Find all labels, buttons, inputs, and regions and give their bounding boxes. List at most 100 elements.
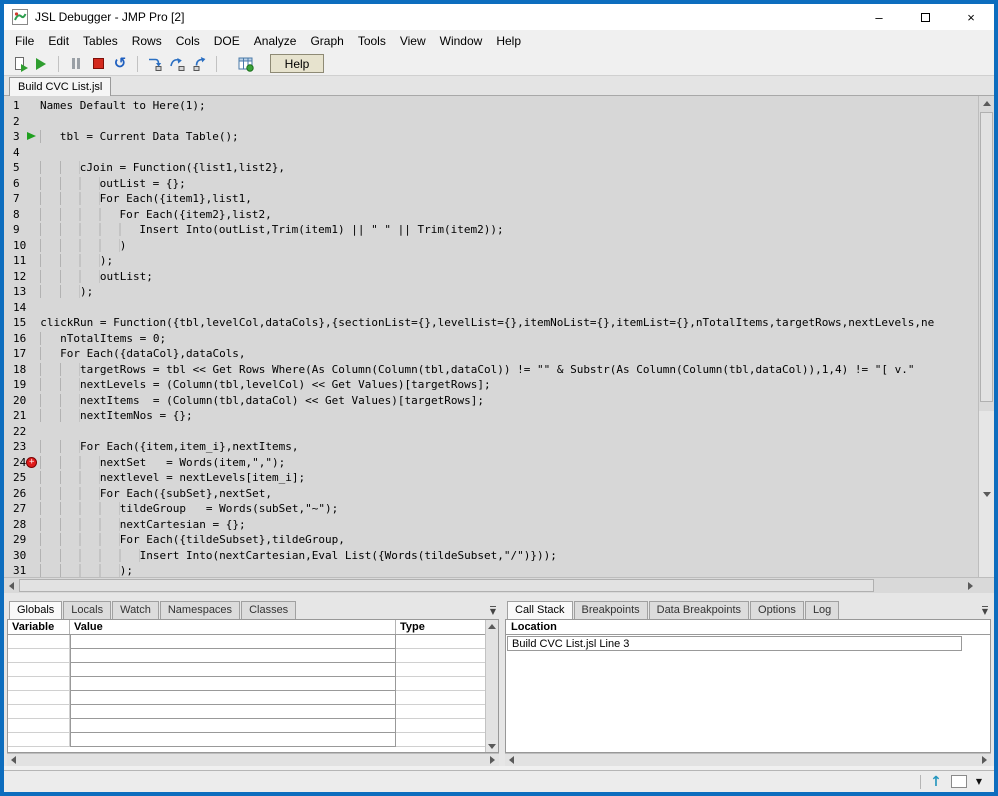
menu-analyze[interactable]: Analyze — [247, 31, 304, 51]
breakpoint-gutter[interactable] — [26, 408, 40, 424]
menu-rows[interactable]: Rows — [125, 31, 169, 51]
menu-graph[interactable]: Graph — [303, 31, 350, 51]
code-line-7[interactable]: 7 For Each({item1},list1, — [4, 191, 978, 207]
horizontal-scroll-thumb[interactable] — [19, 579, 874, 592]
breakpoint-gutter[interactable] — [26, 517, 40, 533]
breakpoint-gutter[interactable] — [26, 222, 40, 238]
breakpoint-gutter[interactable] — [26, 377, 40, 393]
code-line-17[interactable]: 17 For Each({dataCol},dataCols, — [4, 346, 978, 362]
status-up-arrow-icon[interactable]: ↑ — [930, 775, 942, 789]
tab-watch[interactable]: Watch — [112, 601, 159, 619]
column-header-type[interactable]: Type — [396, 620, 485, 634]
tab-breakpoints[interactable]: Breakpoints — [574, 601, 648, 619]
data-table-icon[interactable] — [236, 54, 256, 74]
globals-row[interactable] — [8, 677, 485, 691]
globals-row[interactable] — [8, 635, 485, 649]
breakpoint-gutter[interactable] — [26, 501, 40, 517]
breakpoint-gutter[interactable] — [26, 362, 40, 378]
breakpoint-gutter[interactable] — [26, 548, 40, 564]
code-line-29[interactable]: 29 For Each({tildeSubset},tildeGroup, — [4, 532, 978, 548]
code-line-13[interactable]: 13 ); — [4, 284, 978, 300]
code-line-16[interactable]: 16 nTotalItems = 0; — [4, 331, 978, 347]
menu-tables[interactable]: Tables — [76, 31, 125, 51]
code-line-5[interactable]: 5 cJoin = Function({list1,list2}, — [4, 160, 978, 176]
code-line-1[interactable]: 1Names Default to Here(1); — [4, 98, 978, 114]
scroll-right-icon[interactable] — [486, 754, 499, 766]
globals-vertical-scrollbar[interactable] — [485, 620, 498, 752]
column-header-variable[interactable]: Variable — [8, 620, 70, 634]
tab-namespaces[interactable]: Namespaces — [160, 601, 240, 619]
breakpoint-gutter[interactable] — [26, 470, 40, 486]
code-line-10[interactable]: 10 ) — [4, 238, 978, 254]
breakpoint-gutter[interactable] — [26, 315, 40, 331]
breakpoint-gutter[interactable] — [26, 238, 40, 254]
globals-horizontal-scrollbar[interactable] — [7, 753, 499, 766]
code-line-30[interactable]: 30 Insert Into(nextCartesian,Eval List({… — [4, 548, 978, 564]
globals-row[interactable] — [8, 719, 485, 733]
breakpoint-gutter[interactable] — [26, 563, 40, 577]
column-header-value[interactable]: Value — [70, 620, 396, 634]
code-line-21[interactable]: 21 nextItemNos = {}; — [4, 408, 978, 424]
breakpoint-gutter[interactable] — [26, 98, 40, 114]
code-line-25[interactable]: 25 nextlevel = nextLevels[item_i]; — [4, 470, 978, 486]
code-line-18[interactable]: 18 targetRows = tbl << Get Rows Where(As… — [4, 362, 978, 378]
menu-window[interactable]: Window — [433, 31, 490, 51]
globals-row[interactable] — [8, 691, 485, 705]
editor-vertical-scrollbar[interactable] — [978, 96, 994, 577]
breakpoint-gutter[interactable] — [26, 207, 40, 223]
menu-cols[interactable]: Cols — [169, 31, 207, 51]
scroll-down-icon[interactable] — [486, 740, 498, 752]
scroll-left-icon[interactable] — [4, 578, 19, 593]
code-line-4[interactable]: 4 — [4, 145, 978, 161]
code-line-31[interactable]: 31 ); — [4, 563, 978, 577]
tab-log[interactable]: Log — [805, 601, 839, 619]
panel-splitter[interactable] — [4, 593, 994, 600]
right-panel-menu-icon[interactable]: ▼ — [982, 606, 988, 616]
breakpoint-gutter[interactable] — [26, 269, 40, 285]
code-line-27[interactable]: 27 tildeGroup = Words(subSet,"~"); — [4, 501, 978, 517]
scroll-up-icon[interactable] — [979, 96, 994, 111]
code-line-24[interactable]: 24+ nextSet = Words(item,","); — [4, 455, 978, 471]
tab-options[interactable]: Options — [750, 601, 804, 619]
tab-locals[interactable]: Locals — [63, 601, 111, 619]
breakpoint-gutter[interactable] — [26, 114, 40, 130]
breakpoint-gutter[interactable] — [26, 424, 40, 440]
left-panel-menu-icon[interactable]: ▼ — [490, 606, 496, 616]
menu-help[interactable]: Help — [489, 31, 528, 51]
minimize-button[interactable]: – — [856, 4, 902, 30]
tab-data-breakpoints[interactable]: Data Breakpoints — [649, 601, 749, 619]
code-line-3[interactable]: 3 tbl = Current Data Table(); — [4, 129, 978, 145]
scroll-right-icon[interactable] — [978, 754, 991, 766]
code-line-28[interactable]: 28 nextCartesian = {}; — [4, 517, 978, 533]
step-over-icon[interactable] — [167, 54, 187, 74]
stop-icon[interactable] — [88, 54, 108, 74]
column-header-location[interactable]: Location — [506, 620, 990, 635]
code-line-2[interactable]: 2 — [4, 114, 978, 130]
breakpoint-gutter[interactable] — [26, 191, 40, 207]
close-button[interactable]: × — [948, 4, 994, 30]
code-line-19[interactable]: 19 nextLevels = (Column(tbl,levelCol) <<… — [4, 377, 978, 393]
pause-icon[interactable] — [66, 54, 86, 74]
code-line-14[interactable]: 14 — [4, 300, 978, 316]
menu-doe[interactable]: DOE — [207, 31, 247, 51]
tab-globals[interactable]: Globals — [9, 601, 62, 619]
step-into-icon[interactable] — [145, 54, 165, 74]
scroll-left-icon[interactable] — [505, 754, 518, 766]
tab-classes[interactable]: Classes — [241, 601, 296, 619]
code-line-23[interactable]: 23 For Each({item,item_i},nextItems, — [4, 439, 978, 455]
breakpoint-gutter[interactable] — [26, 393, 40, 409]
code-line-26[interactable]: 26 For Each({subSet},nextSet, — [4, 486, 978, 502]
code-line-22[interactable]: 22 — [4, 424, 978, 440]
breakpoint-gutter[interactable] — [26, 253, 40, 269]
breakpoint-gutter[interactable] — [26, 532, 40, 548]
editor-horizontal-scrollbar[interactable] — [4, 577, 994, 593]
callstack-horizontal-scrollbar[interactable] — [505, 753, 991, 766]
go-icon[interactable] — [31, 54, 51, 74]
breakpoint-gutter[interactable] — [26, 331, 40, 347]
scroll-up-icon[interactable] — [486, 620, 498, 632]
status-checkbox[interactable] — [951, 775, 967, 788]
code-line-20[interactable]: 20 nextItems = (Column(tbl,dataCol) << G… — [4, 393, 978, 409]
code-line-6[interactable]: 6 outList = {}; — [4, 176, 978, 192]
scroll-right-icon[interactable] — [963, 578, 978, 593]
menu-edit[interactable]: Edit — [41, 31, 76, 51]
